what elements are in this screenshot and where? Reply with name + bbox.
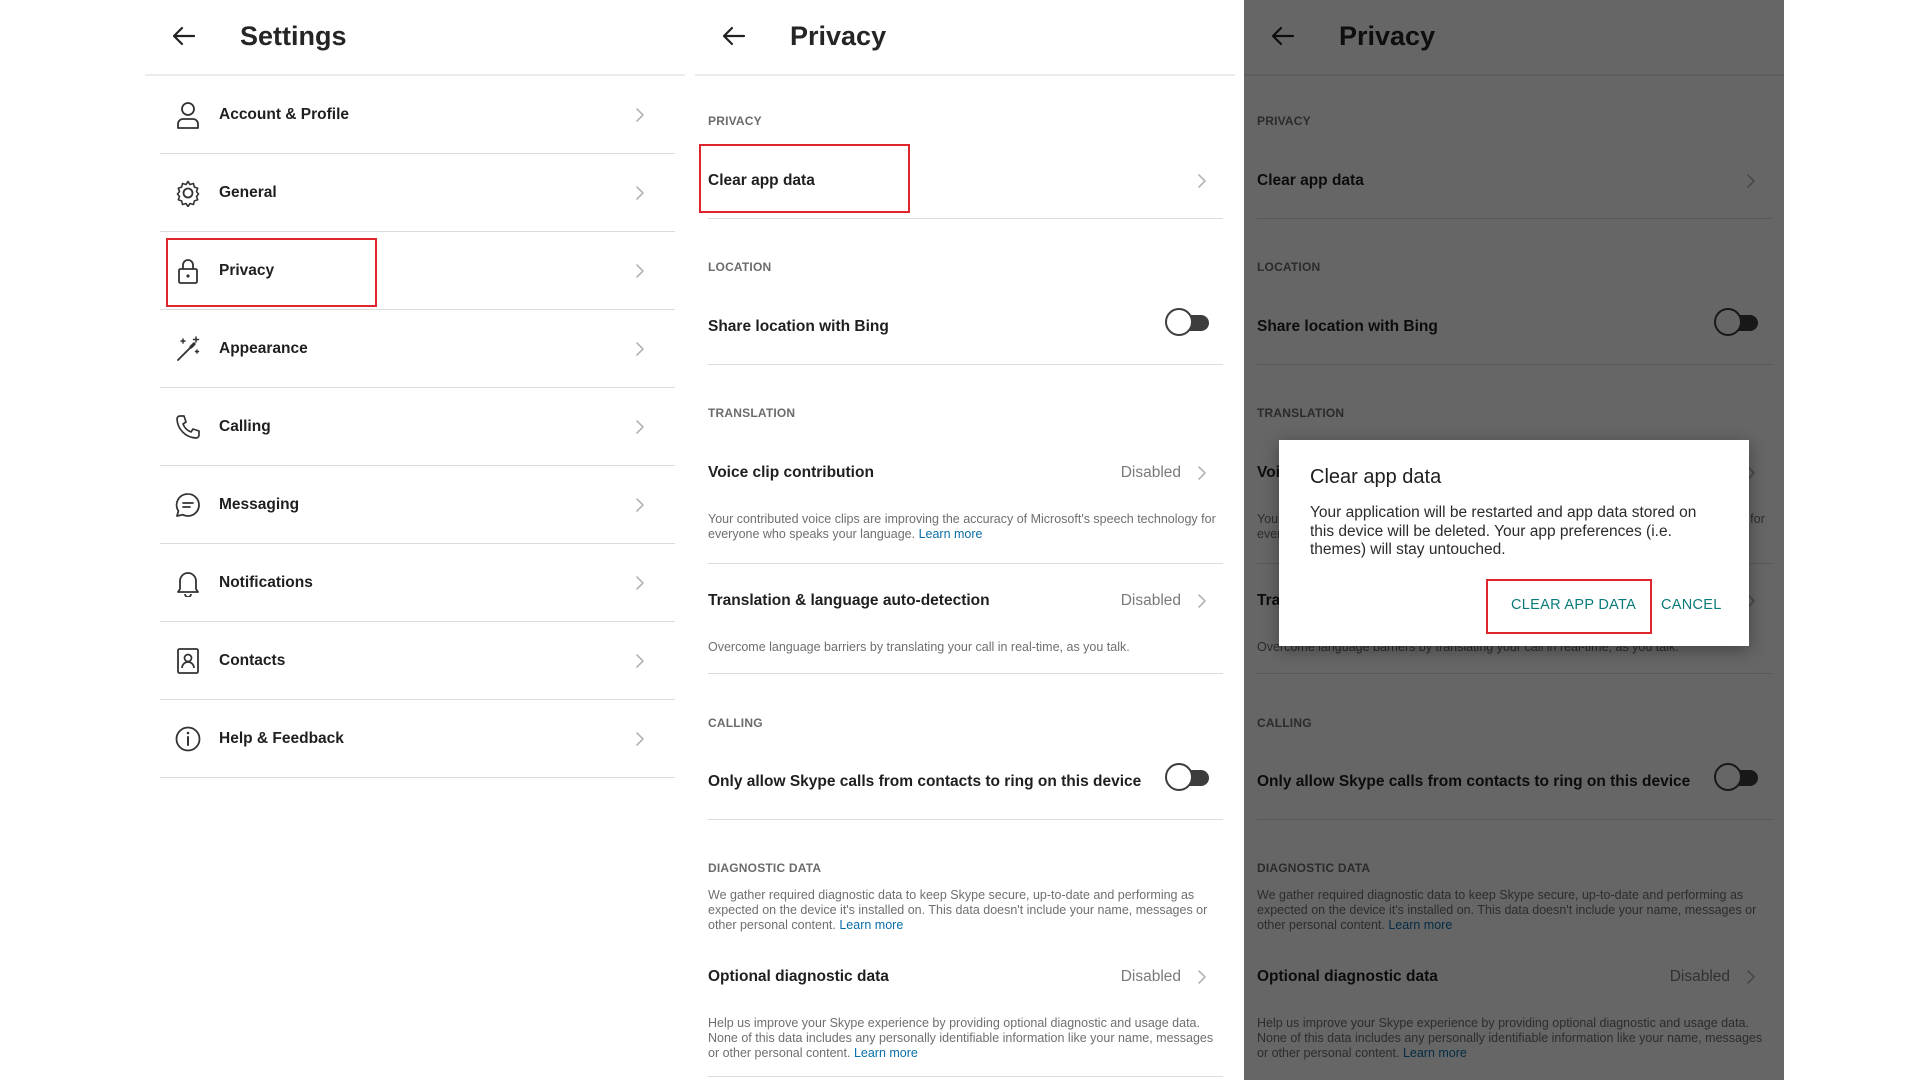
chevron-right-icon [633, 497, 647, 512]
info-icon [173, 724, 203, 754]
contact-book-icon [173, 646, 203, 676]
translation-auto-label: Translation & language auto-detection [708, 592, 990, 609]
settings-item-contacts[interactable]: Contacts [160, 622, 675, 700]
settings-item-messaging[interactable]: Messaging [160, 466, 675, 544]
settings-item-help-feedback[interactable]: Help & Feedback [160, 700, 675, 778]
person-icon [173, 100, 203, 130]
magic-wand-icon [173, 334, 203, 364]
chevron-right-icon [633, 575, 647, 590]
chevron-right-icon [633, 731, 647, 746]
share-location-label: Share location with Bing [708, 318, 889, 335]
back-arrow-icon[interactable] [170, 22, 198, 50]
learn-more-link[interactable]: Learn more [854, 1046, 918, 1060]
learn-more-link[interactable]: Learn more [919, 527, 983, 541]
clear-app-data-label: Clear app data [708, 172, 815, 189]
chevron-right-icon [1195, 174, 1209, 188]
settings-item-general[interactable]: General [160, 154, 675, 232]
voice-clip-value: Disabled [1120, 464, 1181, 481]
lock-icon [173, 256, 203, 286]
diagnostic-desc-text: We gather required diagnostic data to ke… [708, 888, 1208, 932]
optional-diagnostic-label: Optional diagnostic data [708, 968, 889, 985]
chevron-right-icon [1195, 594, 1209, 608]
chevron-right-icon [633, 107, 647, 122]
settings-item-label: Messaging [219, 495, 300, 513]
settings-item-label: Calling [219, 417, 271, 435]
chevron-right-icon [633, 419, 647, 434]
optional-diag-desc-text: Help us improve your Skype experience by… [708, 1016, 1214, 1060]
settings-item-appearance[interactable]: Appearance [160, 310, 675, 388]
section-header-calling: CALLING [708, 716, 763, 730]
skype-calls-label: Only allow Skype calls from contacts to … [708, 773, 1142, 790]
chevron-right-icon [633, 263, 647, 278]
section-header-privacy: PRIVACY [708, 114, 762, 128]
dialog-title: Clear app data [1310, 466, 1442, 488]
divider [708, 1076, 1223, 1077]
skype-calls-toggle[interactable] [1165, 763, 1213, 791]
settings-item-label: Notifications [219, 573, 313, 591]
privacy-panel: Privacy PRIVACY Clear app data LOCATION … [695, 0, 1235, 1080]
settings-item-label: Account & Profile [219, 105, 350, 123]
page-title: Settings [240, 21, 347, 51]
settings-item-label: Help & Feedback [219, 729, 344, 747]
settings-item-label: Privacy [219, 261, 275, 279]
screenshot-stage: Settings Account & Profile General Priva… [0, 0, 1920, 1080]
toggle-knob [1165, 308, 1193, 336]
voice-clip-row[interactable]: Voice clip contribution Disabled Your co… [708, 437, 1223, 564]
chevron-right-icon [1195, 970, 1209, 984]
privacy-dialog-panel: Privacy PRIVACY Clear app data LOCATION … [1244, 0, 1784, 1080]
optional-diagnostic-row[interactable]: Optional diagnostic data Disabled Help u… [708, 944, 1223, 1080]
share-location-toggle[interactable] [1165, 308, 1213, 336]
settings-item-label: Appearance [219, 339, 308, 357]
settings-item-calling[interactable]: Calling [160, 388, 675, 466]
chat-bubble-icon [173, 490, 203, 520]
translation-auto-row[interactable]: Translation & language auto-detection Di… [708, 564, 1223, 674]
translation-auto-value: Disabled [1120, 592, 1181, 609]
settings-item-account-profile[interactable]: Account & Profile [160, 76, 675, 154]
page-title: Privacy [790, 21, 887, 51]
clear-app-data-row[interactable]: Clear app data [708, 145, 1223, 219]
settings-item-notifications[interactable]: Notifications [160, 544, 675, 622]
settings-header: Settings [145, 0, 685, 76]
share-location-row: Share location with Bing [708, 291, 1223, 365]
settings-item-label: General [219, 183, 277, 201]
back-arrow-icon[interactable] [720, 22, 748, 50]
chevron-right-icon [633, 653, 647, 668]
settings-item-privacy[interactable]: Privacy [160, 232, 675, 310]
gear-icon [173, 178, 203, 208]
voice-clip-description: Your contributed voice clips are improvi… [708, 512, 1223, 542]
chevron-right-icon [633, 185, 647, 200]
skype-calls-row: Only allow Skype calls from contacts to … [708, 746, 1223, 820]
section-header-diagnostic: DIAGNOSTIC DATA [708, 861, 822, 875]
clear-app-data-dialog: Clear app data Your application will be … [1279, 440, 1749, 646]
toggle-knob [1165, 763, 1193, 791]
optional-diagnostic-description: Help us improve your Skype experience by… [708, 1016, 1223, 1061]
settings-item-label: Contacts [219, 651, 286, 669]
chevron-right-icon [633, 341, 647, 356]
clear-app-data-button[interactable]: CLEAR APP DATA [1511, 597, 1636, 613]
section-header-translation: TRANSLATION [708, 406, 796, 420]
cancel-button[interactable]: CANCEL [1661, 597, 1722, 613]
privacy-header: Privacy [695, 0, 1235, 76]
chevron-right-icon [1195, 466, 1209, 480]
learn-more-link[interactable]: Learn more [839, 918, 903, 932]
bell-icon [173, 568, 203, 598]
dialog-message: Your application will be restarted and a… [1310, 504, 1697, 558]
translation-auto-description: Overcome language barriers by translatin… [708, 640, 1130, 654]
voice-clip-label: Voice clip contribution [708, 464, 874, 481]
diagnostic-description: We gather required diagnostic data to ke… [708, 888, 1223, 933]
optional-diagnostic-value: Disabled [1120, 968, 1181, 985]
settings-panel: Settings Account & Profile General Priva… [145, 0, 685, 1080]
section-header-location: LOCATION [708, 260, 772, 274]
phone-icon [173, 412, 203, 442]
